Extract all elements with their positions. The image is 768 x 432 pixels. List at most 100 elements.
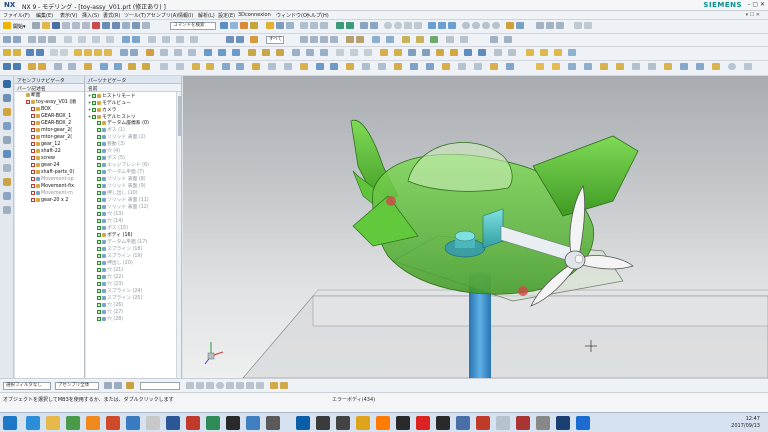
cut-body-icon[interactable] [362, 63, 370, 70]
part-row[interactable]: + モデルヒストリ [86, 113, 181, 120]
measure-icon[interactable] [506, 22, 514, 29]
visual-icon[interactable] [696, 63, 704, 70]
body-icon[interactable] [13, 49, 21, 56]
scale-icon[interactable] [394, 49, 402, 56]
simulation-icon[interactable] [584, 63, 592, 70]
assembly-row[interactable]: gear-20 x 2 [15, 197, 84, 204]
groove-icon[interactable] [262, 49, 270, 56]
menu-analysis[interactable]: 解析(L) [198, 12, 215, 19]
part-row[interactable]: ボス (1) [86, 127, 181, 134]
part-row[interactable]: 穴 (27) [86, 309, 181, 316]
pad-icon[interactable] [320, 49, 328, 56]
visibility-checkbox[interactable] [97, 288, 101, 293]
render-icon[interactable] [250, 36, 258, 43]
cam-icon[interactable] [568, 63, 576, 70]
visibility-checkbox[interactable] [97, 162, 101, 167]
start-icon[interactable] [3, 22, 11, 29]
filter-combo[interactable]: すべて [266, 36, 284, 44]
cylinder-icon[interactable] [84, 49, 92, 56]
visibility-checkbox[interactable] [31, 162, 35, 167]
visibility-checkbox[interactable] [97, 253, 101, 258]
x-form-icon[interactable] [222, 63, 230, 70]
chamfer-icon[interactable] [346, 22, 354, 29]
variational-sweep-icon[interactable] [142, 63, 150, 70]
bridge-surface-icon[interactable] [316, 63, 324, 70]
visibility-checkbox[interactable] [97, 141, 101, 146]
windows-start-icon[interactable] [3, 416, 17, 430]
loft-icon[interactable] [130, 49, 138, 56]
assembly-row[interactable]: shaft-parts_0( [15, 169, 84, 176]
curve-from-body-icon[interactable] [3, 63, 11, 70]
i-form-icon[interactable] [236, 63, 244, 70]
patch-icon[interactable] [188, 49, 196, 56]
shell-icon[interactable] [122, 36, 130, 43]
app-icon-4[interactable] [146, 416, 160, 430]
start-button[interactable]: 開始▾ [13, 23, 26, 30]
check-mate-icon[interactable] [648, 63, 656, 70]
quadrant-icon[interactable] [226, 382, 234, 389]
visibility-checkbox[interactable] [97, 260, 101, 265]
search-icon[interactable] [220, 22, 228, 29]
part-row[interactable]: ソリッド 表面 (12) [86, 204, 181, 211]
edit-feature-icon[interactable] [416, 36, 424, 43]
app-icon-11[interactable] [336, 416, 350, 430]
menu-view[interactable]: 表示(V) [60, 12, 77, 19]
mid-snap-icon[interactable] [320, 36, 328, 43]
thread-icon[interactable] [292, 49, 300, 56]
shape-icon[interactable] [346, 63, 354, 70]
intersect-icon[interactable] [320, 22, 328, 29]
rotate-icon[interactable] [482, 22, 490, 29]
studio-icon[interactable] [464, 49, 472, 56]
solid-icon[interactable] [3, 49, 11, 56]
view-orient-icon[interactable] [270, 382, 278, 389]
snap-type-combo[interactable] [140, 382, 180, 390]
datum-icon[interactable] [64, 36, 72, 43]
redo-icon[interactable] [112, 22, 120, 29]
sheet-icon[interactable] [26, 49, 34, 56]
menu-tools[interactable]: ツール(T) [124, 12, 146, 19]
link-icon[interactable] [364, 49, 372, 56]
history-tab-icon[interactable] [3, 164, 11, 172]
mid-point-icon[interactable] [196, 382, 204, 389]
cone-icon[interactable] [94, 49, 102, 56]
block-icon[interactable] [74, 49, 82, 56]
mirror-icon[interactable] [92, 36, 100, 43]
hd3d-tab-icon[interactable] [3, 136, 11, 144]
layer-icon[interactable] [148, 36, 156, 43]
annotation-icon[interactable] [446, 36, 454, 43]
app-icon-5[interactable] [186, 416, 200, 430]
reuse-library-tab-icon[interactable] [3, 122, 11, 130]
menu-info[interactable]: 情報(I) [178, 12, 193, 19]
visibility-checkbox[interactable] [31, 134, 35, 139]
snap-point-icon[interactable] [126, 382, 134, 389]
app-icon-15[interactable] [456, 416, 470, 430]
undo-icon[interactable] [102, 22, 110, 29]
composite-curve-icon[interactable] [38, 63, 46, 70]
clearance-icon[interactable] [568, 49, 576, 56]
part-row[interactable]: 穴 (13) [86, 211, 181, 218]
wireframe-icon[interactable] [236, 36, 244, 43]
visibility-checkbox[interactable] [97, 281, 101, 286]
visibility-checkbox[interactable] [31, 141, 35, 146]
system-clock[interactable]: 12:47 2017/09/13 [731, 416, 760, 430]
wrap-icon[interactable] [336, 49, 344, 56]
part-row[interactable]: ボディ (16) [86, 232, 181, 239]
curve-offset-icon[interactable] [408, 49, 416, 56]
reflection-icon[interactable] [458, 63, 466, 70]
visibility-checkbox[interactable] [97, 169, 101, 174]
paste-icon[interactable] [82, 22, 90, 29]
app-icon-14[interactable] [436, 416, 450, 430]
assembly-row[interactable]: toy-assy_V01 (順 [15, 99, 84, 106]
arc-center-icon[interactable] [216, 382, 224, 389]
scale-body-icon[interactable] [394, 63, 402, 70]
point-icon[interactable] [28, 36, 36, 43]
part-row[interactable]: 穴 (26) [86, 302, 181, 309]
visibility-checkbox[interactable] [97, 211, 101, 216]
part-row[interactable]: データム平面 (17) [86, 239, 181, 246]
part-navigator-column-header[interactable]: 名前 [86, 84, 181, 92]
assembly-row[interactable]: gear_12 [15, 141, 84, 148]
extract-icon[interactable] [350, 49, 358, 56]
part-row[interactable]: + ヒストリモード [86, 92, 181, 99]
shade-icon[interactable] [226, 36, 234, 43]
extrude-icon[interactable] [240, 22, 248, 29]
